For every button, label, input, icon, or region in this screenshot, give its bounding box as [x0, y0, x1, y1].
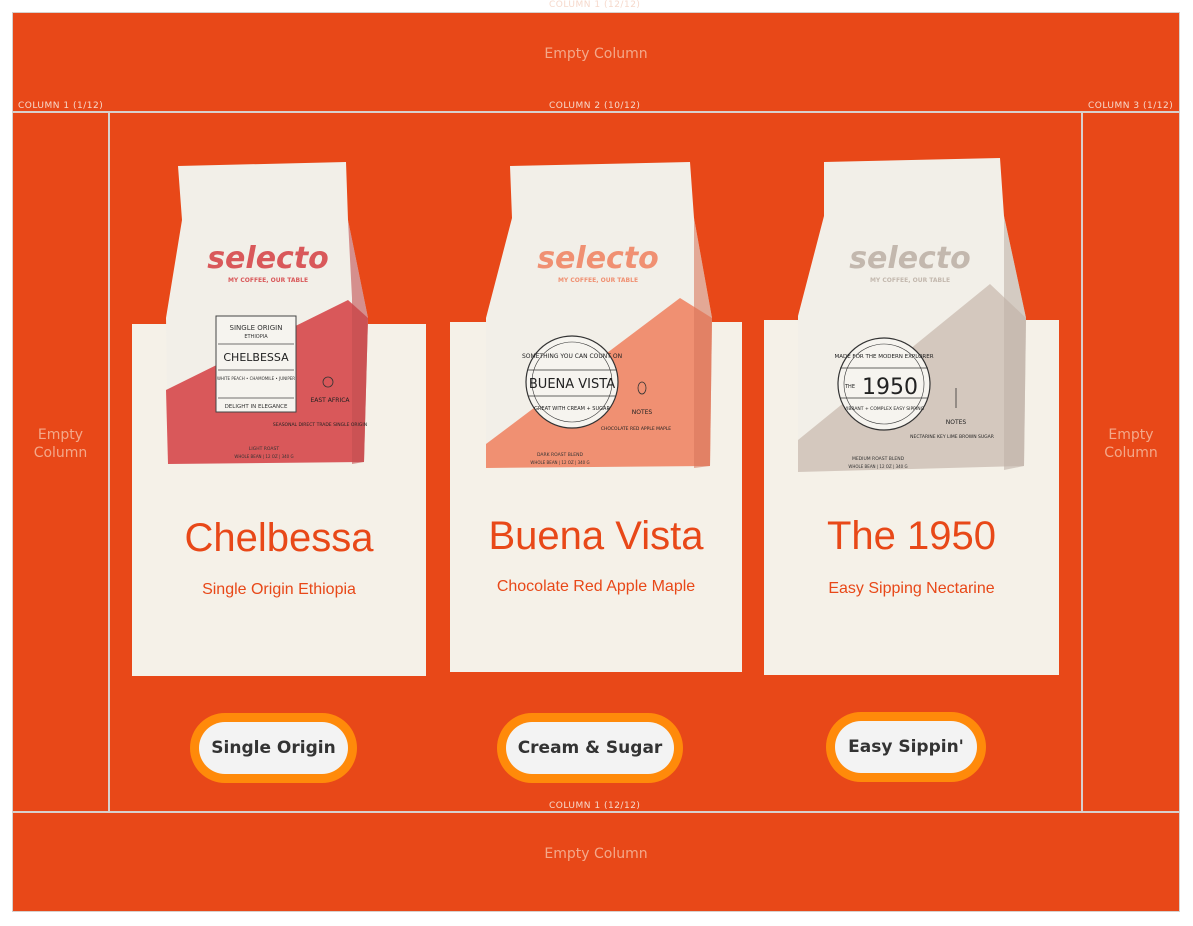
bag-brand-text: selecto	[207, 241, 329, 276]
bag-label-the: THE	[844, 384, 855, 390]
bag-side-text: CHOCOLATE RED APPLE MAPLE	[601, 426, 671, 432]
bottom-column-label: COLUMN 1 (12/12)	[549, 801, 641, 811]
easy-sippin-button-label: Easy Sippin'	[835, 721, 977, 773]
cream-and-sugar-button[interactable]: Cream & Sugar	[497, 713, 683, 783]
bag-brand-text: selecto	[849, 241, 971, 276]
bag-side-text: SEASONAL DIRECT TRADE SINGLE ORIGIN	[273, 422, 367, 428]
bag-roast-text: LIGHT ROAST	[249, 446, 279, 452]
bag-label-name: CHELBESSA	[223, 351, 289, 364]
top-empty-column: Empty Column	[544, 46, 648, 62]
product-title: Buena Vista	[488, 514, 704, 558]
bag-side-title: EAST AFRICA	[310, 397, 350, 404]
product-subtitle: Chocolate Red Apple Maple	[496, 578, 696, 595]
top-column-label: COLUMN 1 (12/12)	[549, 0, 641, 10]
easy-sippin-button[interactable]: Easy Sippin'	[826, 712, 986, 782]
right-column	[1082, 112, 1180, 812]
bag-label-bottom: GREAT WITH CREAM + SUGAR	[534, 406, 610, 412]
product-title: Chelbessa	[184, 516, 374, 560]
bottom-empty-column: Empty Column	[544, 846, 648, 862]
bag-weight-text: WHOLE BEAN | 12 OZ | 340 G	[530, 460, 589, 465]
bag-weight-text: WHOLE BEAN | 12 OZ | 340 G	[234, 454, 293, 459]
right-column-label: COLUMN 3 (1/12)	[1088, 101, 1174, 111]
left-empty-line2: Column	[33, 445, 88, 461]
coffee-bag-the-1950: selecto MY COFFEE, OUR TABLE MADE FOR TH…	[798, 158, 1026, 472]
bag-roast-text: DARK ROAST BLEND	[537, 452, 583, 458]
middle-column-label: COLUMN 2 (10/12)	[549, 101, 641, 111]
bag-label-top: MADE FOR THE MODERN EXPLORER	[834, 354, 933, 360]
right-empty-column: Empty Column	[1082, 426, 1180, 462]
bag-label-top: SOMETHING YOU CAN COUNT ON	[522, 353, 622, 360]
bag-tagline-text: MY COFFEE, OUR TABLE	[558, 277, 638, 284]
left-empty-line1: Empty	[37, 427, 84, 443]
bag-roast-text: MEDIUM ROAST BLEND	[852, 456, 905, 462]
bag-tagline-text: MY COFFEE, OUR TABLE	[228, 277, 308, 284]
bag-side-text: NECTARINE KEY LIME BROWN SUGAR	[910, 434, 994, 440]
left-empty-column: Empty Column	[12, 426, 109, 462]
bag-label-notes: WHITE PEACH • CHAMOMILE • JUNIPER	[217, 376, 295, 381]
right-empty-line1: Empty	[1108, 427, 1154, 443]
product-subtitle: Easy Sipping Nectarine	[828, 580, 995, 597]
bag-label-bottom: DELIGHT IN ELEGANCE	[225, 404, 288, 410]
bag-label-top: SINGLE ORIGIN	[230, 324, 283, 332]
left-column-label: COLUMN 1 (1/12)	[18, 101, 104, 111]
left-column	[12, 112, 109, 812]
bag-tagline-text: MY COFFEE, OUR TABLE	[870, 277, 950, 284]
single-origin-button-label: Single Origin	[199, 722, 348, 774]
single-origin-button[interactable]: Single Origin	[190, 713, 357, 783]
bag-side-title: NOTES	[946, 419, 967, 426]
coffee-bag-buena-vista: selecto MY COFFEE, OUR TABLE SOMETHING Y…	[486, 162, 712, 468]
bag-label-top2: ETHIOPIA	[244, 334, 268, 340]
right-empty-line2: Column	[1104, 445, 1158, 461]
bag-weight-text: WHOLE BEAN | 12 OZ | 340 G	[848, 464, 907, 469]
bag-brand-text: selecto	[537, 241, 659, 276]
bag-label-bottom: VIBRANT + COMPLEX EASY SIPPING	[844, 406, 925, 412]
bag-label-name: 1950	[862, 375, 918, 400]
product-title: The 1950	[826, 514, 997, 558]
cream-and-sugar-button-label: Cream & Sugar	[506, 722, 674, 774]
bag-label-name: BUENA VISTA	[529, 377, 615, 392]
bag-side-title: NOTES	[632, 409, 653, 416]
coffee-bag-chelbessa: selecto MY COFFEE, OUR TABLE SINGLE ORIG…	[166, 162, 368, 464]
product-subtitle: Single Origin Ethiopia	[202, 581, 356, 598]
